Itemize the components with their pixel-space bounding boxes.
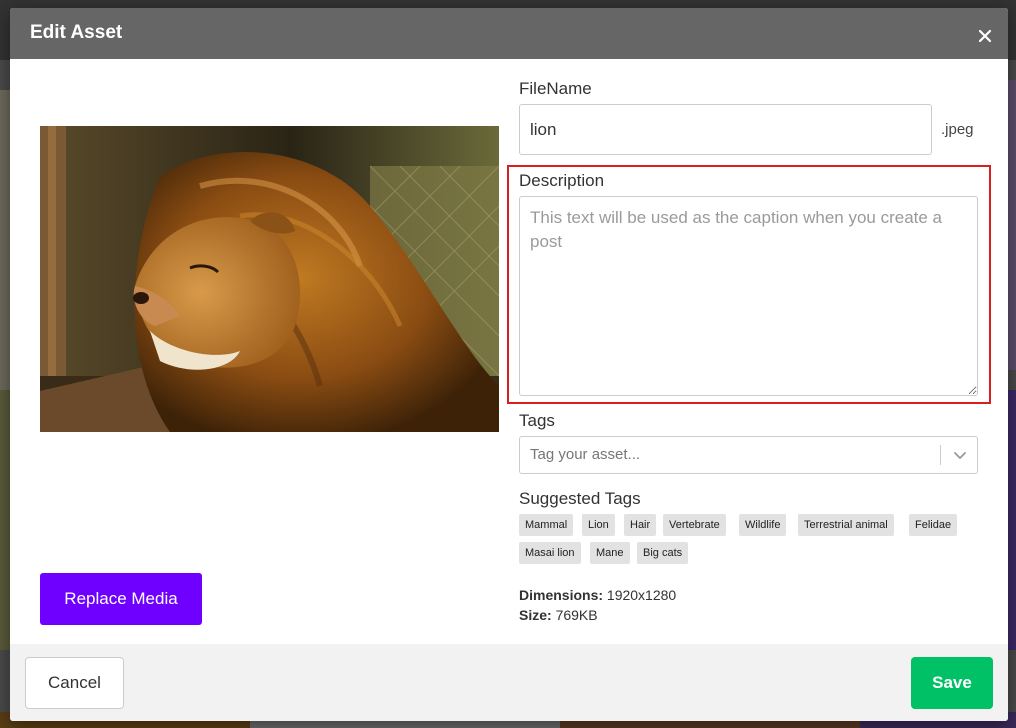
modal-footer: Cancel Save (10, 644, 1008, 721)
suggested-tag[interactable]: Wildlife (739, 514, 787, 536)
dimensions-label: Dimensions: (519, 587, 604, 603)
dimensions-value: 1920x1280 (606, 587, 677, 603)
modal-header: Edit Asset (10, 8, 1008, 59)
suggested-tag[interactable]: Lion (582, 514, 615, 536)
tags-label: Tags (519, 411, 555, 430)
asset-image-preview (40, 126, 499, 432)
suggested-tag[interactable]: Felidae (909, 514, 958, 536)
save-button[interactable]: Save (911, 657, 993, 709)
tags-dropdown-toggle[interactable] (948, 441, 972, 469)
description-label: Description (519, 171, 605, 190)
tags-separator (940, 445, 941, 465)
chevron-down-icon (954, 452, 966, 459)
size-label: Size: (519, 607, 552, 623)
suggested-tag[interactable]: Mane (590, 542, 630, 564)
suggested-tag[interactable]: Terrestrial animal (798, 514, 894, 536)
suggested-tag[interactable]: Big cats (637, 542, 689, 564)
replace-media-button[interactable]: Replace Media (40, 573, 202, 625)
close-button[interactable] (974, 25, 996, 47)
modal-title: Edit Asset (30, 22, 123, 43)
tags-select[interactable]: Tag your asset... (519, 436, 978, 474)
filename-input[interactable] (519, 104, 932, 155)
suggested-tag[interactable]: Mammal (519, 514, 574, 536)
filename-label: FileName (519, 79, 592, 98)
lion-image (40, 126, 499, 432)
suggested-tag[interactable]: Hair (624, 514, 657, 536)
description-textarea[interactable] (519, 196, 978, 396)
size-row: Size: 769KB (519, 607, 598, 623)
suggested-tag[interactable]: Masai lion (519, 542, 581, 564)
edit-asset-modal: Edit Asset Replace Media FileName lion .… (10, 8, 1008, 721)
suggested-tag[interactable]: Vertebrate (663, 514, 726, 536)
size-value: 769KB (555, 607, 598, 623)
close-icon (978, 29, 992, 43)
tags-placeholder: Tag your asset... (530, 446, 641, 463)
cancel-button[interactable]: Cancel (25, 657, 124, 709)
file-extension: .jpeg (941, 121, 974, 138)
dimensions-row: Dimensions: 1920x1280 (519, 587, 676, 603)
suggested-tags-label: Suggested Tags (519, 489, 641, 508)
